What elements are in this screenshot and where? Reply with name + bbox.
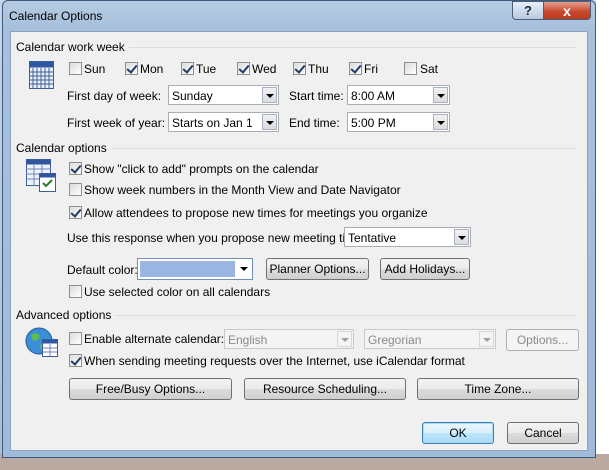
section-divider: [115, 47, 577, 48]
calendar-settings-icon: [26, 159, 56, 192]
checkbox-use-selected-color[interactable]: [69, 285, 82, 298]
resource-scheduling-button[interactable]: Resource Scheduling...: [244, 378, 406, 400]
first-day-select[interactable]: Sunday: [168, 85, 279, 105]
propose-times-label: Allow attendees to propose new times for…: [84, 206, 428, 220]
add-holidays-button[interactable]: Add Holidays...: [380, 258, 470, 280]
background-window-edge: [596, 0, 609, 470]
end-time-select[interactable]: 5:00 PM: [347, 112, 450, 132]
checkbox-tue[interactable]: [181, 62, 194, 75]
alternate-calendar-label: Enable alternate calendar:: [84, 332, 225, 346]
start-time-select[interactable]: 8:00 AM: [347, 85, 450, 105]
time-zone-button[interactable]: Time Zone...: [417, 378, 579, 400]
day-label-sat: Sat: [420, 62, 439, 76]
first-week-select[interactable]: Starts on Jan 1: [168, 112, 279, 132]
week-numbers-label: Show week numbers in the Month View and …: [84, 183, 401, 197]
start-time-label: Start time:: [289, 89, 344, 103]
chevron-down-icon[interactable]: [433, 87, 448, 103]
calendar-type-value: Gregorian: [368, 333, 422, 347]
title-bar[interactable]: Calendar Options ? x: [3, 1, 595, 31]
day-label-mon: Mon: [140, 62, 164, 76]
first-week-label: First week of year:: [67, 116, 166, 130]
icalendar-label: When sending meeting requests over the I…: [84, 354, 465, 368]
color-swatch: [140, 261, 235, 277]
chevron-down-icon[interactable]: [262, 87, 277, 103]
globe-calendar-icon: [25, 327, 58, 357]
section-divider: [101, 148, 577, 149]
checkbox-wed[interactable]: [237, 62, 250, 75]
section-title-calendar-options: Calendar options: [16, 141, 111, 155]
first-day-label: First day of week:: [67, 89, 162, 103]
calendar-grid-icon: [29, 61, 54, 89]
checkbox-propose-times[interactable]: [69, 206, 82, 219]
response-label: Use this response when you propose new m…: [67, 231, 372, 245]
chevron-down-icon[interactable]: [262, 114, 277, 130]
section-title-work-week: Calendar work week: [16, 40, 129, 54]
help-button[interactable]: ?: [512, 1, 544, 20]
use-color-label: Use selected color on all calendars: [84, 285, 271, 299]
checkbox-week-numbers[interactable]: [69, 183, 82, 196]
checkbox-icalendar[interactable]: [69, 354, 82, 367]
checkbox-sun[interactable]: [69, 62, 82, 75]
first-day-value: Sunday: [172, 89, 213, 103]
cancel-button[interactable]: Cancel: [507, 422, 579, 444]
chevron-down-icon[interactable]: [337, 331, 352, 347]
language-select[interactable]: English: [224, 329, 354, 349]
day-label-fri: Fri: [364, 62, 378, 76]
chevron-down-icon[interactable]: [454, 229, 469, 245]
checkbox-fri[interactable]: [349, 62, 362, 75]
free-busy-options-button[interactable]: Free/Busy Options...: [69, 378, 232, 400]
chevron-down-icon[interactable]: [479, 331, 494, 347]
click-to-add-label: Show "click to add" prompts on the calen…: [84, 162, 319, 176]
dialog-title: Calendar Options: [9, 9, 103, 23]
language-value: English: [228, 333, 268, 347]
checkbox-alternate-calendar[interactable]: [69, 332, 82, 345]
planner-options-button[interactable]: Planner Options...: [266, 258, 369, 280]
alternate-options-button[interactable]: Options...: [506, 329, 579, 351]
chevron-down-icon[interactable]: [433, 114, 448, 130]
checkbox-mon[interactable]: [125, 62, 138, 75]
checkbox-sat[interactable]: [404, 62, 417, 75]
day-label-wed: Wed: [252, 62, 277, 76]
section-title-advanced: Advanced options: [16, 308, 116, 322]
default-color-label: Default color:: [67, 263, 138, 277]
checkbox-click-to-add[interactable]: [69, 162, 82, 175]
calendar-options-dialog: Calendar Options ? x Calendar work week …: [2, 0, 596, 458]
ok-button[interactable]: OK: [422, 422, 494, 444]
chevron-down-icon[interactable]: [240, 267, 248, 271]
end-time-value: 5:00 PM: [351, 116, 396, 130]
start-time-value: 8:00 AM: [351, 89, 396, 103]
first-week-value: Starts on Jan 1: [172, 116, 253, 130]
dialog-body: Calendar work week Sun Mon Tue Wed Thu F…: [10, 31, 588, 451]
day-label-thu: Thu: [308, 62, 329, 76]
end-time-label: End time:: [289, 116, 340, 130]
day-label-sun: Sun: [84, 62, 106, 76]
section-divider: [109, 315, 577, 316]
response-select[interactable]: Tentative: [344, 227, 471, 247]
default-color-select[interactable]: [137, 258, 253, 280]
calendar-type-select[interactable]: Gregorian: [364, 329, 496, 349]
day-label-tue: Tue: [196, 62, 217, 76]
close-button[interactable]: x: [543, 1, 591, 20]
checkbox-thu[interactable]: [293, 62, 306, 75]
response-value: Tentative: [348, 231, 397, 245]
